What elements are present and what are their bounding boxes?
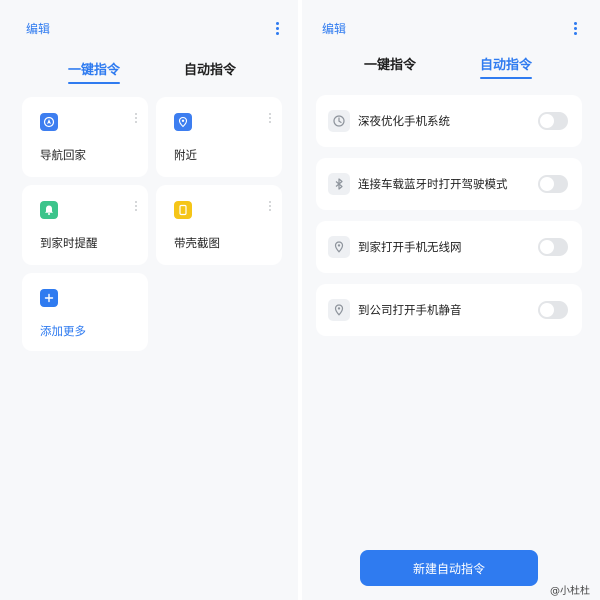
auto-command-row-night-optimize[interactable]: 深夜优化手机系统 (316, 95, 582, 147)
card-navigate-home[interactable]: 导航回家 (22, 97, 148, 177)
location-pin-icon (328, 236, 350, 258)
tab-label: 自动指令 (184, 63, 237, 78)
card-nearby[interactable]: 附近 (156, 97, 282, 177)
phone-frame-icon (174, 201, 192, 219)
location-pin-icon (174, 113, 192, 131)
toggle-knob (540, 303, 554, 317)
card-label: 带壳截图 (174, 236, 220, 250)
card-label: 到家时提醒 (40, 236, 98, 250)
tab-quick-commands[interactable]: 一键指令 (68, 59, 121, 84)
card-framed-screenshot[interactable]: 带壳截图 (156, 185, 282, 265)
auto-command-row-home-wifi[interactable]: 到家打开手机无线网 (316, 221, 582, 273)
home-reminder-icon (40, 201, 58, 219)
active-tab-indicator (480, 77, 533, 79)
toggle-switch[interactable] (538, 238, 568, 256)
auto-commands-panel: 编辑 一键指令 自动指令 深夜优化手机系统 连接车载蓝牙时打开驾驶模式 到家打开… (302, 0, 600, 600)
active-tab-indicator (68, 82, 121, 84)
add-more-card[interactable]: 添加更多 (22, 273, 148, 351)
more-options-icon[interactable] (572, 22, 578, 36)
quick-commands-panel: 编辑 一键指令 自动指令 导航回家 附近 到家时提醒 带壳截图 添加更多 (0, 0, 298, 600)
tab-label: 一键指令 (364, 58, 417, 73)
tab-auto-commands[interactable]: 自动指令 (184, 59, 236, 78)
edit-button[interactable]: 编辑 (322, 20, 346, 37)
add-more-label: 添加更多 (40, 324, 86, 338)
row-label: 到公司打开手机静音 (358, 303, 462, 317)
clock-icon (328, 110, 350, 132)
toggle-knob (540, 114, 554, 128)
card-label: 附近 (174, 148, 197, 162)
card-menu-icon[interactable] (268, 201, 272, 213)
plus-icon (40, 289, 58, 307)
card-label: 导航回家 (40, 148, 86, 162)
new-auto-command-button[interactable]: 新建自动指令 (360, 550, 538, 586)
more-options-icon[interactable] (274, 22, 280, 36)
auto-command-row-bluetooth-driving[interactable]: 连接车载蓝牙时打开驾驶模式 (316, 158, 582, 210)
tab-label: 自动指令 (480, 58, 533, 73)
tab-label: 一键指令 (68, 63, 121, 78)
card-menu-icon[interactable] (134, 113, 138, 125)
edit-button[interactable]: 编辑 (26, 20, 50, 37)
card-home-reminder[interactable]: 到家时提醒 (22, 185, 148, 265)
row-label: 到家打开手机无线网 (358, 240, 462, 254)
card-menu-icon[interactable] (268, 113, 272, 125)
watermark: @小杜杜 (550, 586, 590, 597)
tab-quick-commands[interactable]: 一键指令 (364, 54, 416, 73)
navigation-icon (40, 113, 58, 131)
toggle-switch[interactable] (538, 112, 568, 130)
auto-command-row-office-silent[interactable]: 到公司打开手机静音 (316, 284, 582, 336)
bluetooth-icon (328, 173, 350, 195)
row-label: 深夜优化手机系统 (358, 114, 450, 128)
toggle-switch[interactable] (538, 175, 568, 193)
toggle-knob (540, 240, 554, 254)
toggle-knob (540, 177, 554, 191)
row-label: 连接车载蓝牙时打开驾驶模式 (358, 177, 508, 191)
card-menu-icon[interactable] (134, 201, 138, 213)
tab-auto-commands[interactable]: 自动指令 (480, 54, 533, 79)
location-pin-icon (328, 299, 350, 321)
toggle-switch[interactable] (538, 301, 568, 319)
